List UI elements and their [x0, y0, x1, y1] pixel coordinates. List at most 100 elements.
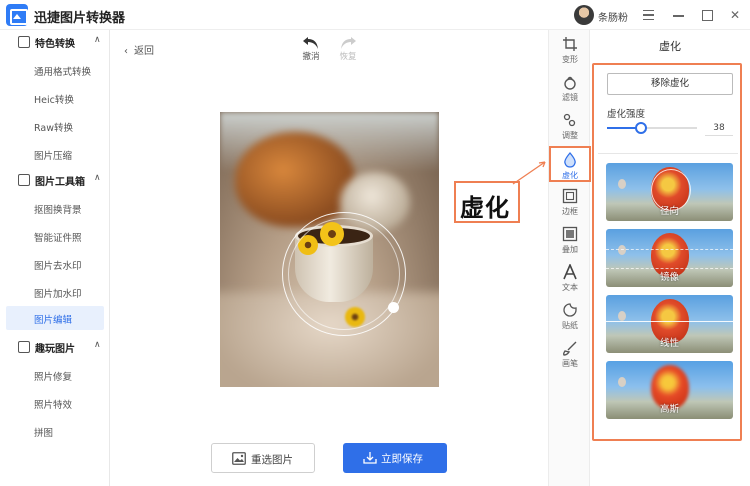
feature-convert-icon — [18, 36, 30, 48]
tool-label: 滤镜 — [562, 93, 578, 102]
sidebar-item-label: 图片去水印 — [34, 261, 82, 272]
maximize-icon[interactable] — [698, 6, 716, 24]
preset-label: 高斯 — [659, 404, 679, 415]
reselect-image-button[interactable]: 重选图片 — [211, 443, 315, 473]
fun-image-icon — [18, 341, 30, 353]
tool-sticker[interactable]: 贴纸 — [549, 298, 591, 334]
sidebar-item-label: 智能证件照 — [34, 233, 82, 244]
app-logo-icon — [6, 4, 28, 26]
tool-brush[interactable]: 画笔 — [549, 336, 591, 372]
tool-label: 叠加 — [562, 245, 578, 254]
back-button[interactable]: ‹ 返回 — [124, 42, 154, 57]
preset-balloon — [618, 179, 626, 189]
blur-radius-handle[interactable] — [388, 302, 399, 313]
callout-arrow-icon — [512, 161, 546, 185]
sidebar: 特色转换 ∧ 通用格式转换 Heic转换 Raw转换 图片压缩 图片工具箱 ∧ … — [0, 30, 110, 486]
adjust-icon — [563, 113, 576, 127]
sidebar-item-label: 抠图换背景 — [34, 205, 82, 216]
text-icon — [563, 264, 577, 280]
sidebar-item-remove-watermark[interactable]: 图片去水印 — [6, 252, 104, 276]
sidebar-item-photo-effects[interactable]: 照片特效 — [6, 391, 104, 415]
username[interactable]: 条肠粉 — [598, 9, 628, 24]
back-label: 返回 — [134, 46, 154, 57]
app-title: 迅捷图片转换器 — [34, 11, 126, 26]
sidebar-group-fun[interactable]: 趣玩图片 ∧ — [0, 335, 110, 359]
redo-icon — [341, 37, 356, 49]
blur-strength-slider[interactable] — [607, 122, 697, 134]
minimize-icon[interactable] — [670, 6, 688, 24]
remove-blur-button[interactable]: 移除虚化 — [607, 73, 733, 95]
user-avatar[interactable] — [574, 5, 594, 25]
blur-strength-label: 虚化强度 — [607, 109, 646, 120]
undo-button[interactable]: 撤消 — [296, 36, 326, 62]
tool-label: 贴纸 — [562, 321, 578, 330]
sidebar-group-feature[interactable]: 特色转换 ∧ — [0, 30, 110, 54]
edit-tool-strip: 变形 滤镜 调整 虚化 边框 叠加 文本 贴纸 画笔 — [548, 30, 591, 486]
sidebar-group-label: 趣玩图片 — [35, 344, 75, 355]
sidebar-item-label: 照片特效 — [34, 400, 73, 411]
blur-drop-icon — [564, 152, 576, 168]
sidebar-item-format-convert[interactable]: 通用格式转换 — [6, 58, 104, 82]
sidebar-item-id-photo[interactable]: 智能证件照 — [6, 224, 104, 248]
sticker-icon — [563, 303, 577, 317]
close-icon[interactable]: ✕ — [726, 6, 744, 24]
menu-icon[interactable] — [640, 6, 658, 24]
tool-overlay[interactable]: 叠加 — [549, 222, 591, 258]
tool-filter[interactable]: 滤镜 — [549, 70, 591, 106]
chevron-up-icon: ∧ — [94, 340, 101, 350]
filter-icon — [564, 76, 576, 90]
redo-button[interactable]: 恢复 — [333, 36, 363, 62]
undo-label: 撤消 — [302, 52, 320, 62]
sidebar-item-photo-repair[interactable]: 照片修复 — [6, 363, 104, 387]
brush-icon — [562, 341, 577, 356]
sidebar-item-cutout[interactable]: 抠图换背景 — [6, 196, 104, 220]
tool-border[interactable]: 边框 — [549, 184, 591, 220]
reselect-image-label: 重选图片 — [251, 454, 293, 466]
tool-label: 画笔 — [562, 359, 578, 368]
preset-radial[interactable]: 径向 — [606, 163, 733, 221]
panel-title: 虚化 — [659, 40, 681, 53]
photo-canvas[interactable] — [220, 112, 439, 387]
sidebar-group-label: 图片工具箱 — [35, 177, 85, 188]
overlay-icon — [562, 226, 578, 242]
preset-balloon — [618, 311, 626, 321]
sidebar-item-collage[interactable]: 拼图 — [6, 419, 104, 443]
image-icon — [232, 452, 246, 465]
tool-label: 变形 — [562, 55, 578, 64]
sidebar-item-heic-convert[interactable]: Heic转换 — [6, 86, 104, 110]
preset-label: 线性 — [659, 338, 679, 349]
title-bar: 迅捷图片转换器 条肠粉 ✕ — [0, 0, 750, 30]
sidebar-item-image-edit[interactable]: 图片编辑 — [6, 306, 104, 330]
preset-label: 镜像 — [659, 272, 679, 283]
sidebar-item-add-watermark[interactable]: 图片加水印 — [6, 280, 104, 304]
sidebar-item-image-compress[interactable]: 图片压缩 — [6, 142, 104, 166]
sidebar-item-label: Heic转换 — [34, 95, 74, 106]
tool-text[interactable]: 文本 — [549, 260, 591, 296]
sidebar-group-label: 特色转换 — [35, 39, 75, 50]
chevron-left-icon: ‹ — [124, 46, 128, 57]
tool-adjust[interactable]: 调整 — [549, 108, 591, 144]
sidebar-item-raw-convert[interactable]: Raw转换 — [6, 114, 104, 138]
preset-gaussian[interactable]: 高斯 — [606, 361, 733, 419]
tool-transform[interactable]: 变形 — [549, 32, 591, 68]
sidebar-item-label: 图片加水印 — [34, 289, 82, 300]
preset-label: 径向 — [659, 206, 679, 217]
blur-strength-value[interactable]: 38 — [705, 120, 733, 136]
tool-label: 调整 — [562, 131, 578, 140]
preset-linear[interactable]: 线性 — [606, 295, 733, 353]
tool-blur[interactable]: 虚化 — [549, 146, 591, 182]
preset-mirror[interactable]: 镜像 — [606, 229, 733, 287]
save-now-label: 立即保存 — [381, 453, 423, 465]
blur-callout-label: 虚化 — [460, 194, 510, 222]
sidebar-item-label: 照片修复 — [34, 372, 73, 383]
sidebar-item-label: Raw转换 — [34, 123, 73, 134]
redo-label: 恢复 — [339, 52, 357, 62]
preset-balloon — [618, 245, 626, 255]
sidebar-item-label: 拼图 — [34, 428, 54, 439]
save-icon — [363, 452, 377, 464]
undo-icon — [303, 37, 318, 49]
remove-blur-label: 移除虚化 — [650, 78, 689, 89]
save-now-button[interactable]: 立即保存 — [343, 443, 447, 473]
preset-balloon — [651, 167, 689, 211]
sidebar-group-toolbox[interactable]: 图片工具箱 ∧ — [0, 168, 110, 192]
